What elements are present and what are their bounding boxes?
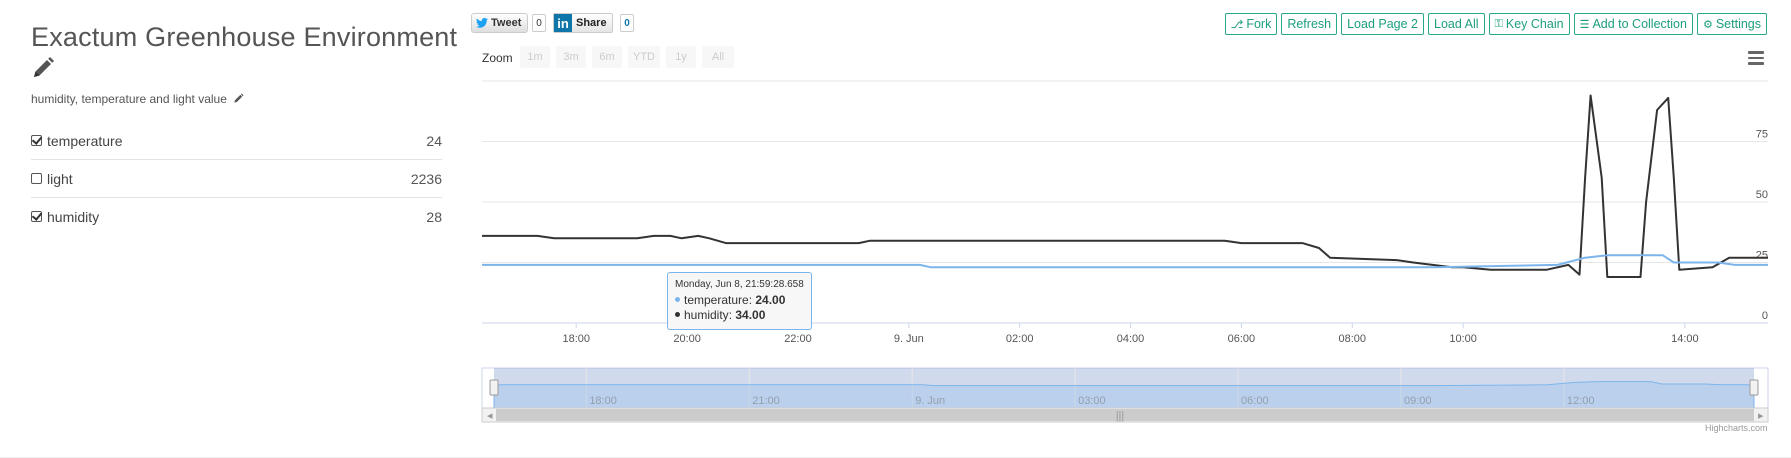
y-tick-label: 0 — [1762, 310, 1768, 322]
scrollbar-thumb[interactable] — [496, 409, 1754, 421]
chart-y-axis: 0 25 50 75 — [1756, 129, 1768, 323]
scroll-right-arrow-icon: ▸ — [1758, 410, 1764, 422]
navigator-left-handle[interactable] — [489, 379, 499, 396]
x-tick-label: 18:00 — [562, 333, 590, 345]
tooltip-series-value: 24.00 — [755, 293, 786, 307]
chart-tooltip: Monday, Jun 8, 21:59:28.658 temperature:… — [667, 272, 812, 330]
x-tick-label: 9. Jun — [894, 333, 924, 345]
y-tick-label: 75 — [1756, 129, 1768, 141]
y-tick-label: 50 — [1756, 189, 1768, 201]
tooltip-series-value: 34.00 — [735, 308, 766, 322]
x-tick-label: 02:00 — [1006, 333, 1034, 345]
series-line-humidity — [482, 94, 1768, 278]
humidity-dot-icon — [675, 312, 680, 317]
x-tick-label: 10:00 — [1449, 333, 1477, 345]
highcharts-credits[interactable]: Highcharts.com — [1705, 423, 1768, 433]
x-tick-label: 20:00 — [673, 333, 701, 345]
navigator-series — [493, 381, 1755, 409]
tooltip-row-humidity: humidity: 34.00 — [675, 308, 804, 323]
y-tick-label: 25 — [1756, 250, 1768, 262]
navigator-right-handle[interactable] — [1749, 379, 1759, 396]
chart-navigator: 18:0021:009. Jun03:0006:0009:0012:00◂▸||… — [481, 367, 1769, 423]
x-tick-label: 04:00 — [1117, 333, 1145, 345]
series-line-temperature — [482, 254, 1768, 269]
temperature-dot-icon — [675, 297, 680, 302]
chart-series — [482, 94, 1768, 278]
chart-svg: 0 25 50 75 18:00 20:00 22:00 9. Jun 02:00 04:00 0… — [481, 80, 1769, 423]
x-tick-label: 08:00 — [1339, 333, 1367, 345]
tooltip-series-name: humidity — [684, 308, 729, 322]
tooltip-date: Monday, Jun 8, 21:59:28.658 — [675, 279, 804, 290]
tooltip-series-name: temperature — [684, 293, 749, 307]
x-tick-label: 22:00 — [784, 333, 812, 345]
scrollbar-grip-icon: ||| — [1116, 410, 1125, 422]
tooltip-row-temperature: temperature: 24.00 — [675, 293, 804, 308]
x-tick-label: 06:00 — [1228, 333, 1256, 345]
x-tick-label: 14:00 — [1671, 333, 1699, 345]
scroll-left-arrow-icon: ◂ — [487, 410, 493, 422]
